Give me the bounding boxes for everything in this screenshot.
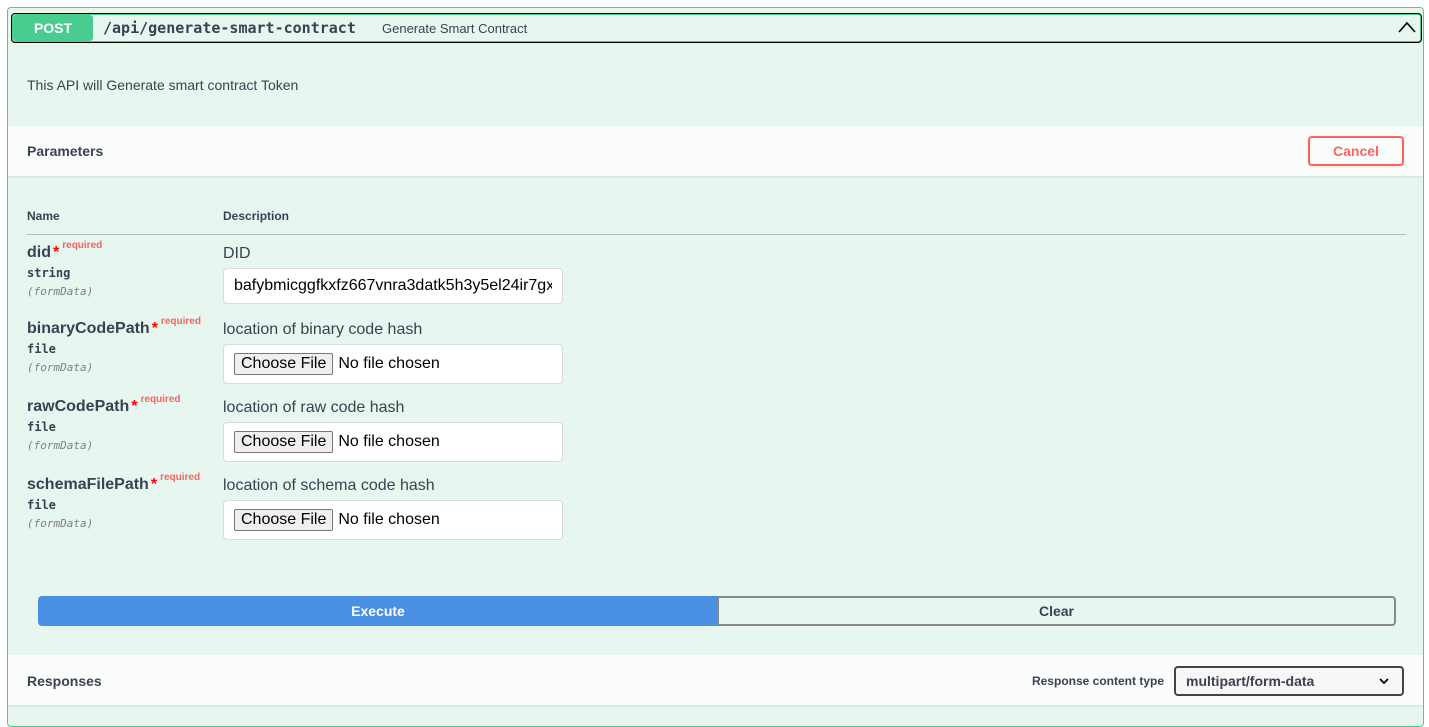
operation-summary-text: Generate Smart Contract [382,21,528,36]
param-location: (formData) [27,439,94,452]
param-binary-code-path: binaryCodePath * required file (formData) [27,316,201,374]
file-status: No file chosen [338,355,440,372]
operation-description: This API will Generate smart contract To… [27,77,299,93]
execute-button[interactable]: Execute [38,596,718,626]
did-input[interactable] [223,268,563,304]
param-description: DID [223,245,251,262]
param-location: (formData) [27,361,94,374]
schema-file-input: Choose File No file chosen [223,500,563,540]
raw-code-file-input: Choose File No file chosen [223,422,563,462]
param-name: rawCodePath [27,398,130,415]
param-type: string [27,266,71,280]
param-raw-code-path: rawCodePath * required file (formData) [27,394,181,452]
param-description: location of schema code hash [223,477,435,494]
choose-file-button[interactable]: Choose File [234,431,334,453]
required-label: required [160,316,201,327]
parameters-title: Parameters [27,143,104,159]
required-label: required [62,240,103,251]
param-did: did * required string (formData) [27,240,102,298]
chevron-down-icon [1379,678,1389,685]
endpoint-path: /api/generate-smart-contract [103,19,356,37]
column-divider [27,234,1406,235]
response-content-type-select[interactable]: multipart/form-data [1174,666,1404,696]
choose-file-button[interactable]: Choose File [234,353,334,375]
required-star: * [131,398,138,415]
required-star: * [53,244,60,261]
param-name: schemaFilePath [27,476,149,493]
param-description: location of raw code hash [223,399,405,416]
column-header-name: Name [27,209,60,223]
required-star: * [150,476,158,493]
param-type: file [27,498,56,512]
param-location: (formData) [27,285,94,298]
operation-summary[interactable]: POST /api/generate-smart-contract Genera… [11,13,1422,43]
param-name: did [27,244,51,261]
file-status: No file chosen [338,511,440,528]
response-content-type-value: multipart/form-data [1186,673,1315,689]
column-header-description: Description [223,209,290,223]
param-name: binaryCodePath [27,320,150,337]
required-label: required [140,394,181,405]
param-location: (formData) [27,517,94,530]
required-label: required [160,472,201,483]
clear-button[interactable]: Clear [717,596,1396,626]
method-badge: POST [13,15,93,41]
param-type: file [27,420,56,434]
response-content-type-label: Response content type [1031,674,1164,688]
binary-code-file-input: Choose File No file chosen [223,344,563,384]
cancel-button[interactable]: Cancel [1308,136,1404,166]
file-status: No file chosen [338,433,440,450]
chevron-up-icon[interactable] [1396,17,1418,39]
choose-file-button[interactable]: Choose File [234,509,334,531]
operation-block: POST /api/generate-smart-contract Genera… [7,7,1424,727]
required-star: * [151,320,158,337]
param-description: location of binary code hash [223,321,423,338]
param-type: file [27,342,56,356]
parameters-header: Parameters Cancel [8,126,1423,176]
param-schema-file-path: schemaFilePath * required file (formData) [27,472,200,530]
responses-title: Responses [27,673,102,689]
